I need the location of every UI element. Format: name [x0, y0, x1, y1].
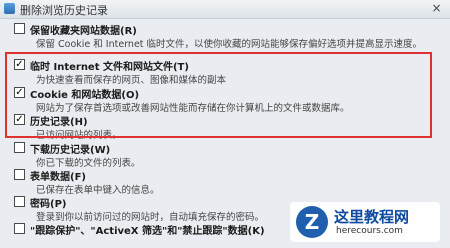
watermark-logo: Z 这里教程网 herecours.com [290, 202, 440, 242]
dialog-titlebar: 删除浏览历史记录 × [0, 0, 450, 19]
checkbox[interactable] [14, 223, 25, 234]
checkbox[interactable] [14, 142, 25, 153]
option-label: 密码(P) [30, 199, 67, 210]
ie-app-icon [4, 3, 15, 14]
option-label: 下载历史记录(W) [30, 145, 111, 156]
option-label: 保留收藏夹网站数据(R) [30, 26, 137, 37]
option-description: 已保存在表单中键入的信息。 [36, 185, 160, 196]
highlight-box [5, 52, 432, 138]
logo-url: herecours.com [336, 226, 403, 236]
option-description: 你已下载的文件的列表。 [36, 158, 141, 169]
checkbox[interactable] [14, 23, 25, 34]
option-label: "跟踪保护"、"ActiveX 筛选"和"禁止跟踪"数据(K) [30, 226, 265, 237]
option-description: 保留 Cookie 和 Internet 临时文件，以使你收藏的网站能够保存偏好… [36, 39, 423, 50]
close-button[interactable]: × [429, 2, 444, 15]
option-description: 登录到你以前访问过的网站时，自动填充保存的密码。 [36, 212, 265, 223]
checkbox[interactable] [14, 169, 25, 180]
checkbox[interactable] [14, 196, 25, 207]
dialog-title: 删除浏览历史记录 [20, 4, 108, 17]
logo-mark-icon: Z [296, 206, 328, 238]
option-label: 表单数据(F) [30, 172, 86, 183]
logo-name: 这里教程网 [334, 208, 410, 226]
